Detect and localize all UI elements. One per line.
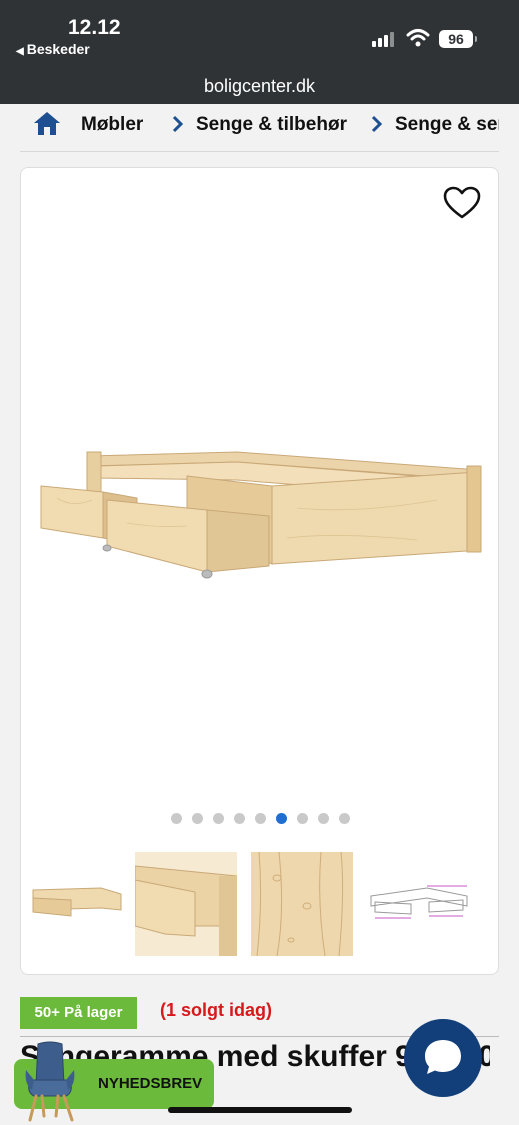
back-to-app-link[interactable]: ◀ Beskeder bbox=[16, 41, 90, 57]
sold-today-text: (1 solgt idag) bbox=[160, 1000, 272, 1020]
browser-top-bar: 12.12 ◀ Beskeder 96 boligcenter.dk bbox=[0, 0, 519, 104]
home-icon[interactable] bbox=[32, 110, 62, 136]
chat-button[interactable] bbox=[404, 1019, 482, 1097]
product-main-image[interactable] bbox=[37, 428, 485, 588]
address-bar[interactable]: boligcenter.dk bbox=[0, 76, 519, 97]
back-triangle-icon: ◀ bbox=[16, 46, 24, 57]
gallery-dot[interactable] bbox=[339, 813, 350, 824]
gallery-dot[interactable] bbox=[213, 813, 224, 824]
breadcrumb-item-mobler[interactable]: Møbler bbox=[81, 114, 143, 136]
home-indicator bbox=[168, 1107, 352, 1113]
breadcrumb: Møbler Senge & tilbehør Senge & senge bbox=[20, 104, 499, 152]
gallery-dot[interactable] bbox=[192, 813, 203, 824]
signal-icon bbox=[372, 32, 394, 47]
gallery-dot[interactable] bbox=[318, 813, 329, 824]
gallery-dot[interactable] bbox=[171, 813, 182, 824]
chair-image bbox=[25, 1041, 75, 1122]
product-gallery-card bbox=[20, 167, 499, 975]
wifi-icon bbox=[406, 29, 430, 47]
gallery-thumbnail[interactable] bbox=[251, 852, 353, 956]
chevron-right-icon bbox=[371, 115, 383, 133]
gallery-thumbnail[interactable] bbox=[367, 852, 473, 956]
chat-icon bbox=[425, 1040, 461, 1074]
gallery-dot-active[interactable] bbox=[276, 813, 287, 824]
heart-icon[interactable] bbox=[443, 186, 481, 220]
gallery-dot[interactable] bbox=[255, 813, 266, 824]
status-time: 12.12 bbox=[68, 16, 121, 39]
chevron-right-icon bbox=[172, 115, 184, 133]
gallery-thumbnail[interactable] bbox=[31, 852, 123, 956]
gallery-thumbnail[interactable] bbox=[135, 852, 237, 956]
battery-indicator: 96 bbox=[439, 30, 477, 48]
breadcrumb-item-senge-tilbehor[interactable]: Senge & tilbehør bbox=[196, 114, 347, 136]
breadcrumb-item-senge[interactable]: Senge & senge bbox=[395, 114, 499, 136]
back-label: Beskeder bbox=[26, 41, 90, 57]
stock-badge: 50+ På lager bbox=[20, 997, 137, 1029]
newsletter-label: NYHEDSBREV bbox=[98, 1075, 203, 1092]
gallery-dot[interactable] bbox=[297, 813, 308, 824]
gallery-dot[interactable] bbox=[234, 813, 245, 824]
gallery-pagination bbox=[21, 813, 498, 824]
